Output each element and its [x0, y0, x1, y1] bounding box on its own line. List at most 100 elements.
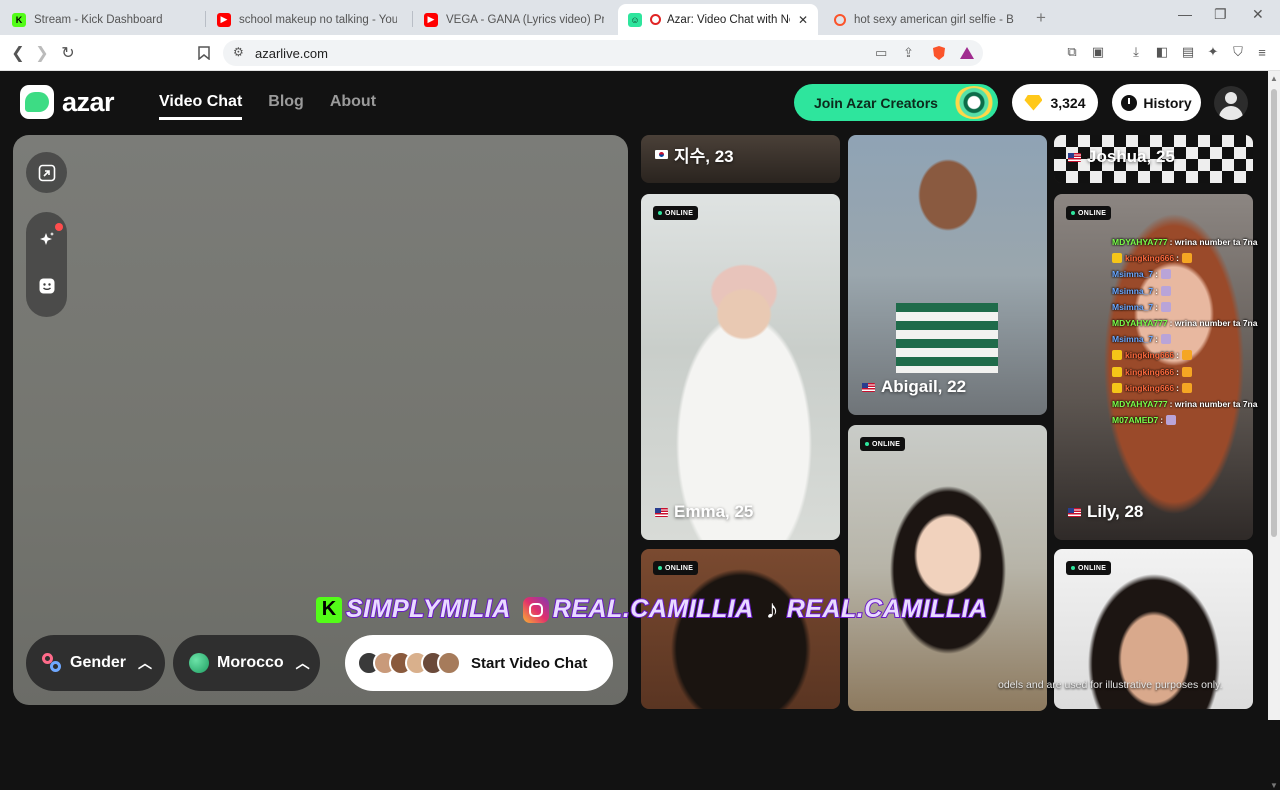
download-icon[interactable]: ⤓: [1128, 44, 1144, 60]
online-badge: ONLINE: [653, 561, 699, 575]
menu-icon[interactable]: ≡: [1254, 44, 1270, 60]
azar-logo[interactable]: azar: [20, 85, 115, 119]
instagram-icon: [522, 596, 549, 623]
leo-ai-icon[interactable]: ✦: [1205, 44, 1221, 60]
chat-text: : wrina number ta 7na: [1169, 398, 1258, 409]
country-label: Morocco: [217, 654, 284, 671]
tab-search-icon[interactable]: ▣: [1090, 44, 1106, 60]
address-bar[interactable]: ⚙ azarlive.com ▭ ⇪: [223, 40, 983, 66]
forward-icon[interactable]: ❯: [32, 43, 52, 63]
sparkle-effects-icon[interactable]: [37, 230, 56, 249]
gender-filter-button[interactable]: Gender ︿: [26, 635, 165, 691]
chat-text: :: [1155, 285, 1158, 296]
tab-label: Stream - Kick Dashboard: [34, 13, 163, 26]
crown-badge-icon: [1112, 366, 1122, 377]
sidebar-icon[interactable]: ◧: [1154, 44, 1170, 60]
profile-card[interactable]: Abigail, 22: [848, 135, 1047, 415]
tab-azar[interactable]: ☺ Azar: Video Chat with New Pe ✕: [618, 4, 818, 35]
profile-name: 지수, 23: [655, 142, 734, 167]
profile-card[interactable]: ONLINE Emma, 25: [641, 194, 840, 540]
scroll-up-icon[interactable]: ▲: [1270, 74, 1278, 83]
profile-card[interactable]: Joshua, 25: [1054, 135, 1253, 183]
wallet-icon[interactable]: ▤: [1180, 44, 1196, 60]
youtube-icon: ▶: [217, 12, 231, 27]
effects-toolbar: [26, 212, 67, 317]
chat-text: :: [1155, 334, 1158, 345]
chat-username: M07AMED7: [1112, 415, 1159, 426]
close-window-icon[interactable]: ✕: [1252, 6, 1264, 23]
instagram-handle: REAL.CAMILLIA: [552, 594, 754, 624]
streamer-socials-banner: K SIMPLYMILIA REAL.CAMILLIA ♪ REAL.CAMIL…: [316, 594, 996, 625]
chat-username: Msimna_7: [1112, 334, 1154, 345]
chat-username: Msimna_7: [1112, 285, 1154, 296]
face-sticker-icon[interactable]: [37, 276, 56, 295]
profile-avatar[interactable]: [1214, 86, 1248, 120]
brave-rewards-icon[interactable]: [959, 45, 975, 64]
extensions-icon[interactable]: ⧉: [1064, 44, 1080, 60]
browser-tab-strip: K Stream - Kick Dashboard ▶ school makeu…: [0, 0, 1280, 35]
profile-name-text: Abigail, 22: [881, 377, 967, 396]
nav-about[interactable]: About: [330, 93, 376, 120]
chat-text: :: [1176, 382, 1179, 393]
tab-youtube-makeup[interactable]: ▶ school makeup no talking - YouTube: [207, 4, 407, 35]
logo-text: azar: [62, 86, 115, 117]
chat-message: Msimna_7:: [1112, 331, 1268, 347]
crown-badge-icon: [1112, 382, 1122, 393]
cast-icon[interactable]: ▭: [875, 45, 887, 61]
share-icon[interactable]: ⇪: [903, 45, 914, 61]
kick-icon: K: [12, 12, 26, 27]
gender-label: Gender: [70, 654, 127, 671]
kick-icon: K: [316, 596, 342, 623]
chat-message: M07AMED7:: [1112, 412, 1268, 428]
new-tab-icon[interactable]: +: [1036, 8, 1046, 28]
nav-blog[interactable]: Blog: [268, 93, 304, 120]
country-filter-button[interactable]: Morocco ︿: [173, 635, 320, 691]
chat-username: kingking666: [1125, 382, 1175, 393]
scrollbar-thumb[interactable]: [1271, 89, 1277, 537]
us-flag-icon: [1068, 152, 1081, 162]
us-flag-icon: [655, 507, 668, 517]
site-settings-icon[interactable]: ⚙: [233, 45, 244, 59]
chat-emote-icon: [1181, 350, 1192, 361]
minimize-icon[interactable]: —: [1178, 6, 1192, 22]
bookmark-icon[interactable]: [194, 43, 214, 63]
scroll-down-icon[interactable]: ▼: [1270, 781, 1278, 790]
chat-message: kingking666:: [1112, 347, 1268, 363]
kick-handle: SIMPLYMILIA: [345, 594, 511, 624]
chat-message: Msimna_7:: [1112, 266, 1268, 282]
tab-kick-dashboard[interactable]: K Stream - Kick Dashboard: [2, 4, 200, 35]
chat-message: MDYAHYA777: wrina number ta 7na: [1112, 315, 1268, 331]
history-button[interactable]: History: [1112, 84, 1201, 121]
profile-name: Joshua, 25: [1068, 147, 1175, 167]
vpn-icon[interactable]: ⛉: [1230, 44, 1246, 60]
chat-emote-icon: [1181, 366, 1192, 377]
page-scrollbar[interactable]: ▲ ▼: [1268, 71, 1280, 790]
tab-brave-search[interactable]: hot sexy american girl selfie - Brave S: [824, 4, 1024, 35]
close-tab-icon[interactable]: ✕: [798, 13, 808, 27]
azar-icon: ☺: [628, 12, 642, 27]
gems-button[interactable]: 3,324: [1012, 84, 1098, 121]
profile-card[interactable]: ONLINE: [848, 425, 1047, 711]
online-badge: ONLINE: [653, 206, 699, 220]
tab-youtube-vega[interactable]: ▶ VEGA - GANA (Lyrics video) Prod By: [414, 4, 614, 35]
chat-username: MDYAHYA777: [1112, 237, 1168, 248]
profile-card[interactable]: ONLINE: [641, 549, 840, 709]
crown-badge-icon: [1112, 253, 1122, 264]
chat-message: kingking666:: [1112, 250, 1268, 266]
chevron-up-icon: ︿: [295, 655, 310, 671]
chat-message: MDYAHYA777: wrina number ta 7na: [1112, 234, 1268, 250]
join-creators-button[interactable]: Join Azar Creators: [794, 84, 998, 121]
chat-username: Msimna_7: [1112, 301, 1154, 312]
chat-username: kingking666: [1125, 350, 1175, 361]
chat-username: MDYAHYA777: [1112, 318, 1168, 329]
back-icon[interactable]: ❮: [8, 43, 28, 63]
start-video-chat-button[interactable]: Start Video Chat: [345, 635, 613, 691]
restore-icon[interactable]: ❐: [1214, 6, 1227, 23]
minimize-view-button[interactable]: [26, 152, 67, 193]
brave-shields-icon[interactable]: [931, 45, 947, 64]
reload-icon[interactable]: ↻: [58, 43, 78, 63]
chat-text: : wrina number ta 7na: [1169, 237, 1258, 248]
online-badge: ONLINE: [860, 437, 906, 451]
nav-video-chat[interactable]: Video Chat: [159, 93, 243, 120]
profile-card[interactable]: 지수, 23: [641, 135, 840, 183]
